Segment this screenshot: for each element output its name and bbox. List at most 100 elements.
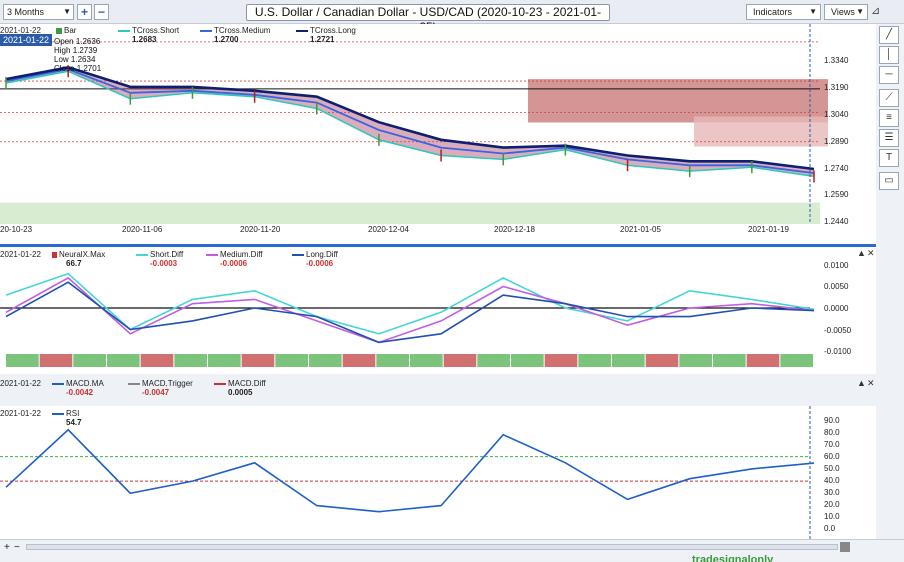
period-select[interactable]: 3 Months ▼ bbox=[3, 4, 74, 20]
scroll-right-icon[interactable]: − bbox=[14, 542, 20, 553]
legend-name: RSI bbox=[66, 409, 80, 418]
support-zone bbox=[0, 202, 820, 224]
signal-segment bbox=[645, 354, 679, 367]
horizontal-line-icon: ─ bbox=[885, 69, 893, 80]
rsi-chart bbox=[0, 406, 815, 539]
period-value: 3 Months bbox=[7, 7, 45, 17]
legend-value: -0.0006 bbox=[306, 259, 334, 268]
views-label: Views bbox=[831, 7, 855, 17]
y-tick: 90.0 bbox=[824, 416, 840, 425]
series-line bbox=[5, 276, 815, 344]
legend-macd-trigger: MACD.Trigger -0.0047 bbox=[128, 379, 193, 397]
macd-pane[interactable]: 2021-01-22 MACD.MA -0.0042 MACD.Trigger … bbox=[0, 376, 876, 406]
legend-name: TCross.Medium bbox=[214, 26, 271, 35]
y-tick: 30.0 bbox=[824, 488, 840, 497]
y-tick: 70.0 bbox=[824, 440, 840, 449]
trend-tool[interactable]: ⟋ bbox=[879, 89, 899, 107]
y-tick: 20.0 bbox=[824, 500, 840, 509]
diff-y-axis[interactable]: 0.0100 0.0050 0.0000 -0.0050 -0.0100 bbox=[814, 247, 872, 374]
macd-legend-date: 2021-01-22 bbox=[0, 379, 41, 388]
fibonacci-tool[interactable]: ☰ bbox=[879, 129, 899, 147]
high-value: 1.2739 bbox=[72, 46, 98, 55]
x-tick: 2020-11-20 bbox=[240, 225, 281, 234]
legend-value: 66.7 bbox=[66, 259, 82, 268]
vertical-line-tool[interactable]: │ bbox=[879, 46, 899, 64]
bar-legend: Bar bbox=[56, 26, 76, 35]
channel-tool[interactable]: ≡ bbox=[879, 109, 899, 127]
signal-segment bbox=[6, 354, 39, 367]
horizontal-line-tool[interactable]: ─ bbox=[879, 66, 899, 84]
horizontal-scrollbar[interactable] bbox=[26, 544, 838, 550]
pin-icon[interactable]: ⊿ bbox=[871, 4, 880, 17]
legend-name: TCross.Long bbox=[310, 26, 356, 35]
indicators-label: Indicators bbox=[753, 7, 793, 17]
y-tick: 1.2590 bbox=[824, 190, 849, 199]
series-line bbox=[5, 272, 815, 335]
price-y-axis[interactable]: 1.3340 1.3190 1.3040 1.2890 1.2740 1.259… bbox=[814, 24, 872, 244]
draw-line-tool[interactable]: ╱ bbox=[879, 26, 899, 44]
y-tick: 60.0 bbox=[824, 452, 840, 461]
y-tick: 0.0050 bbox=[824, 282, 849, 291]
y-tick: 1.3040 bbox=[824, 110, 849, 119]
y-tick: 1.2890 bbox=[824, 137, 849, 146]
y-tick: 40.0 bbox=[824, 476, 840, 485]
signal-segment bbox=[140, 354, 174, 367]
rsi-pane[interactable]: 2021-01-22 RSI 54.7 90.0 80.0 70.0 60.0 … bbox=[0, 406, 876, 539]
signal-segment bbox=[376, 354, 409, 367]
legend-date: 2021-01-22 bbox=[0, 250, 41, 259]
toolbar: 3 Months ▼ + − U.S. Dollar / Canadian Do… bbox=[0, 0, 904, 34]
legend-value: -0.0042 bbox=[66, 388, 94, 397]
legend-neuralx-max: NeuralX.Max 66.7 bbox=[52, 250, 105, 268]
zoom-in-button[interactable]: + bbox=[77, 4, 92, 20]
rsi-y-axis[interactable]: 90.0 80.0 70.0 60.0 50.0 40.0 30.0 20.0 … bbox=[814, 406, 872, 539]
signal-segment bbox=[511, 354, 544, 367]
diff-legend-date: 2021-01-22 bbox=[0, 250, 41, 259]
scroll-thumb[interactable] bbox=[840, 542, 850, 552]
views-dropdown[interactable]: Views ▼ bbox=[824, 4, 868, 20]
y-tick: 0.0000 bbox=[824, 304, 849, 313]
signal-segment bbox=[713, 354, 746, 367]
signal-segment bbox=[107, 354, 140, 367]
zoom-out-button[interactable]: − bbox=[94, 4, 109, 20]
y-tick: 1.3340 bbox=[824, 56, 849, 65]
legend-tcross-medium: TCross.Medium 1.2700 bbox=[200, 26, 270, 44]
legend-name: MACD.MA bbox=[66, 379, 104, 388]
trend-line-icon: ⟋ bbox=[885, 92, 893, 103]
legend-rsi: RSI 54.7 bbox=[52, 409, 82, 427]
legend-name: MACD.Diff bbox=[228, 379, 266, 388]
signal-segment bbox=[780, 354, 813, 367]
resistance-zone bbox=[528, 79, 828, 123]
y-tick: 1.2440 bbox=[824, 217, 849, 226]
legend-name: MACD.Trigger bbox=[142, 379, 193, 388]
legend-name: TCross.Short bbox=[132, 26, 180, 35]
indicators-dropdown[interactable]: Indicators ▼ bbox=[746, 4, 821, 20]
diff-pane[interactable]: 2021-01-22 NeuralX.Max 66.7 Short.Diff -… bbox=[0, 247, 876, 374]
legend-name: Short.Diff bbox=[150, 250, 184, 259]
y-tick: 1.2740 bbox=[824, 164, 849, 173]
y-tick: 80.0 bbox=[824, 428, 840, 437]
rsi-legend-date: 2021-01-22 bbox=[0, 409, 41, 418]
legend-name: NeuralX.Max bbox=[59, 250, 106, 259]
text-tool[interactable]: T bbox=[879, 149, 899, 167]
signal-segment bbox=[477, 354, 510, 367]
collapse-pane-icon[interactable]: ▲ bbox=[857, 378, 866, 388]
signal-segment bbox=[443, 354, 477, 367]
y-tick: -0.0050 bbox=[824, 326, 852, 335]
open-value: 1.2636 bbox=[75, 37, 101, 46]
fibonacci-icon: ☰ bbox=[884, 132, 894, 143]
signal-segment bbox=[544, 354, 578, 367]
signal-segment bbox=[578, 354, 611, 367]
close-pane-icon[interactable]: ✕ bbox=[867, 378, 875, 389]
open-label: Open bbox=[54, 37, 74, 46]
chevron-down-icon: ▼ bbox=[809, 7, 817, 16]
y-tick: 10.0 bbox=[824, 512, 840, 521]
bar-label: Bar bbox=[64, 26, 77, 35]
scroll-left-icon[interactable]: + bbox=[4, 542, 10, 553]
signal-segment bbox=[309, 354, 342, 367]
close-pane-icon[interactable]: ✕ bbox=[867, 248, 875, 259]
comment-tool[interactable]: ▭ bbox=[879, 172, 899, 190]
legend-value: -0.0006 bbox=[220, 259, 248, 268]
legend-value: -0.0003 bbox=[150, 259, 178, 268]
collapse-pane-icon[interactable]: ▲ bbox=[857, 248, 866, 258]
price-pane[interactable]: 2021-01-22 2021-01-22 Bar Open 1.2636 Hi… bbox=[0, 24, 876, 244]
